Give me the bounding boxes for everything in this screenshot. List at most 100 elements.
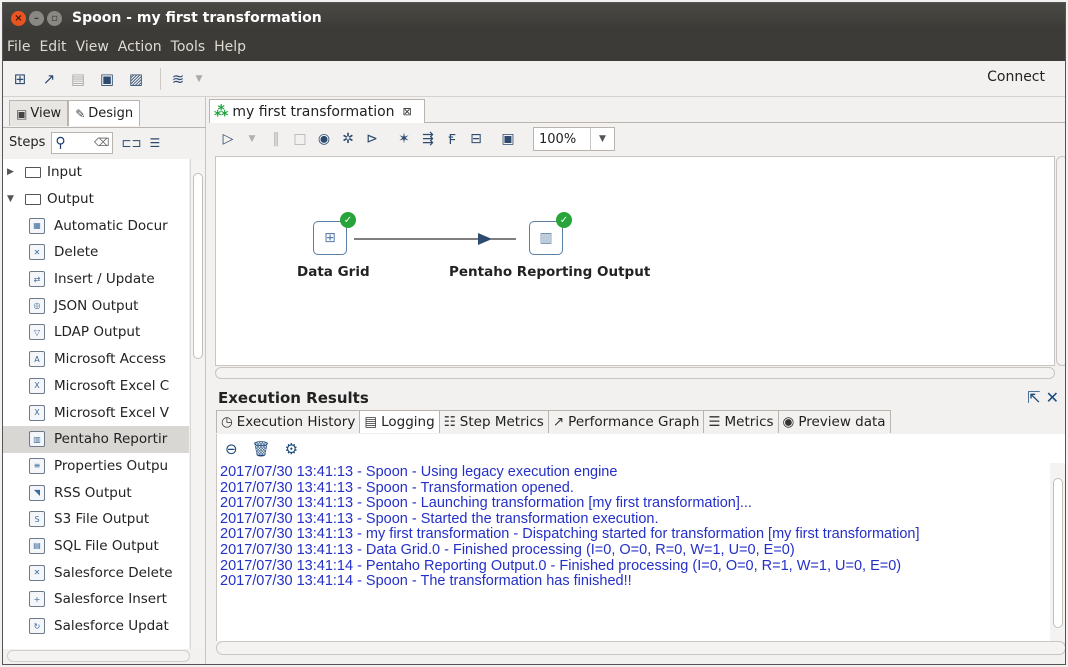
explore-repository-icon[interactable]: ▤ — [67, 68, 89, 90]
step-pentaho-reporting-output[interactable]: ▥ ✓ — [529, 212, 572, 255]
menu-action[interactable]: Action — [118, 39, 162, 55]
tree-item-microsoft-excel-v[interactable]: X Microsoft Excel V — [3, 399, 189, 426]
tree-item-json-output[interactable]: ◎ JSON Output — [3, 292, 189, 319]
log-line: 2017/07/30 13:41:13 - Spoon - Transforma… — [220, 479, 574, 496]
collapsed-arrow-icon[interactable]: ▶ — [7, 167, 19, 177]
tab-metrics[interactable]: ☰ Metrics — [703, 410, 779, 433]
tree-item-delete[interactable]: ✕ Delete — [3, 239, 189, 266]
tree-item-s3-file-output[interactable]: S S3 File Output — [3, 506, 189, 533]
tab-my-first-transformation[interactable]: ⁂ my first transformation ⊠ — [209, 99, 425, 123]
canvas-vertical-scrollbar[interactable] — [1056, 156, 1065, 366]
replay-icon[interactable]: ⊳ — [363, 129, 381, 149]
clear-log-trash-icon[interactable]: 🗑 — [252, 440, 271, 458]
transformation-icon: ⁂ — [214, 103, 229, 120]
preview-icon[interactable]: ◉ — [315, 129, 333, 149]
tree-category-input[interactable]: ▶ Input — [3, 159, 189, 186]
canvas-horizontal-scrollbar[interactable] — [215, 367, 1055, 379]
transformation-canvas[interactable]: ⊞ ✓ Data Grid ▥ ✓ Pentaho Reporting Outp… — [215, 156, 1055, 366]
tab-label: Metrics — [724, 414, 774, 430]
folder-icon — [25, 193, 41, 205]
new-file-icon[interactable]: ⊞ — [9, 68, 31, 90]
perspective-layers-icon[interactable]: ≋ — [167, 68, 189, 90]
tree-item-ldap-output[interactable]: ▽ LDAP Output — [3, 319, 189, 346]
impact-icon[interactable]: ⇶ — [419, 129, 437, 149]
tab-label: Performance Graph — [568, 414, 700, 430]
menu-tools[interactable]: Tools — [171, 39, 206, 55]
scrollbar-thumb[interactable] — [193, 173, 203, 359]
expand-tree-icon[interactable]: ⊏⊐ — [121, 136, 141, 150]
tab-label: my first transformation — [232, 103, 395, 120]
collapse-tree-icon[interactable]: ☰ — [149, 136, 160, 150]
tab-view[interactable]: ▣ View — [9, 100, 69, 126]
tree-item-label: RSS Output — [54, 484, 132, 501]
tree-item-pentaho-reporting[interactable]: ▥ Pentaho Reportir — [3, 425, 189, 453]
log-output[interactable]: 2017/07/30 13:41:13 - Spoon - Using lega… — [216, 463, 1050, 641]
sql-icon[interactable]: Ꞙ — [443, 129, 461, 149]
menu-file[interactable]: File — [7, 39, 30, 55]
tree-item-properties-output[interactable]: ≡ Properties Outpu — [3, 453, 189, 480]
connect-button[interactable]: Connect — [987, 69, 1045, 85]
close-panel-icon[interactable]: ✕ — [1046, 388, 1059, 407]
tab-performance-graph[interactable]: ↗ Performance Graph — [547, 410, 705, 433]
tree-category-output[interactable]: ▼ Output — [3, 186, 189, 213]
tab-logging[interactable]: ▤ Logging — [359, 410, 440, 433]
run-options-chevron-icon[interactable]: ▼ — [243, 129, 261, 149]
debug-icon[interactable]: ✲ — [339, 129, 357, 149]
run-icon[interactable]: ▷ — [219, 129, 237, 149]
tree-item-label: SQL File Output — [54, 537, 159, 554]
maximize-window-button[interactable]: ▫ — [47, 10, 62, 26]
save-as-icon[interactable]: ▨ — [125, 68, 147, 90]
log-settings-gear-icon[interactable]: ⚙ — [285, 440, 298, 458]
tree-item-microsoft-access[interactable]: A Microsoft Access — [3, 346, 189, 373]
tree-item-label: Microsoft Excel C — [54, 377, 170, 394]
main-toolbar: ⊞ ↗ ▤ ▣ ▨ ≋ ▼ Connect — [3, 61, 1065, 97]
close-window-button[interactable]: × — [11, 10, 26, 26]
menu-edit[interactable]: Edit — [39, 39, 66, 55]
tree-item-label: Delete — [54, 244, 99, 261]
maximize-panel-icon[interactable]: ⇱ — [1027, 388, 1040, 407]
tree-item-salesforce-delete[interactable]: ✕ Salesforce Delete — [3, 559, 189, 586]
show-results-icon[interactable]: ▣ — [499, 129, 517, 149]
step-label: Pentaho Reporting Output — [449, 264, 651, 280]
hide-log-icon[interactable]: ⊖ — [225, 440, 238, 458]
tab-step-metrics[interactable]: ☷ Step Metrics — [438, 410, 549, 433]
expanded-arrow-icon[interactable]: ▼ — [7, 194, 19, 204]
tab-design[interactable]: ✎ Design — [68, 100, 141, 126]
log-line: 2017/07/30 13:41:13 - Spoon - Launching … — [220, 495, 752, 512]
tab-preview-data[interactable]: ◉ Preview data — [777, 410, 891, 433]
tree-item-sql-file-output[interactable]: ▤ SQL File Output — [3, 533, 189, 560]
tree-vertical-scrollbar[interactable] — [190, 159, 204, 649]
step-data-grid[interactable]: ⊞ ✓ — [313, 212, 356, 255]
open-file-icon[interactable]: ↗ — [38, 68, 60, 90]
log-line: 2017/07/30 13:41:13 - Spoon - Started th… — [220, 510, 659, 527]
tree-item-salesforce-insert[interactable]: + Salesforce Insert — [3, 586, 189, 613]
tree-item-label: JSON Output — [54, 297, 139, 314]
pause-icon[interactable]: ‖ — [267, 129, 285, 149]
tree-item-automatic-documentation[interactable]: ▦ Automatic Docur — [3, 212, 189, 239]
tree-item-salesforce-update[interactable]: ↻ Salesforce Updat — [3, 613, 189, 640]
stop-icon[interactable]: □ — [291, 129, 309, 149]
tree-category-label: Output — [47, 191, 94, 208]
chevron-down-icon[interactable]: ▼ — [188, 68, 210, 90]
verify-icon[interactable]: ✶ — [395, 129, 413, 149]
explore-db-icon[interactable]: ⊟ — [467, 129, 485, 149]
menu-view[interactable]: View — [76, 39, 109, 55]
close-tab-icon[interactable]: ⊠ — [403, 105, 412, 118]
tree-horizontal-scrollbar[interactable] — [7, 650, 190, 662]
log-vertical-scrollbar[interactable] — [1050, 463, 1065, 641]
log-horizontal-scrollbar[interactable] — [216, 641, 1065, 655]
zoom-select[interactable]: 100% ▼ — [533, 127, 615, 151]
tab-execution-history[interactable]: ◷ Execution History — [216, 410, 361, 433]
tree-item-label: Automatic Docur — [54, 217, 168, 234]
menu-help[interactable]: Help — [214, 39, 246, 55]
view-icon: ▣ — [16, 106, 28, 121]
scrollbar-thumb[interactable] — [1053, 478, 1063, 628]
tree-item-rss-output[interactable]: ◥ RSS Output — [3, 479, 189, 506]
steps-search-input[interactable]: ⚲ ⌫ — [51, 131, 114, 154]
tree-item-microsoft-excel-c[interactable]: X Microsoft Excel C — [3, 373, 189, 400]
save-icon[interactable]: ▣ — [96, 68, 118, 90]
chevron-down-icon[interactable]: ▼ — [590, 128, 614, 150]
minimize-window-button[interactable]: – — [29, 10, 44, 26]
tree-item-insert-update[interactable]: ⇄ Insert / Update — [3, 266, 189, 293]
clear-search-icon[interactable]: ⌫ — [94, 136, 110, 149]
